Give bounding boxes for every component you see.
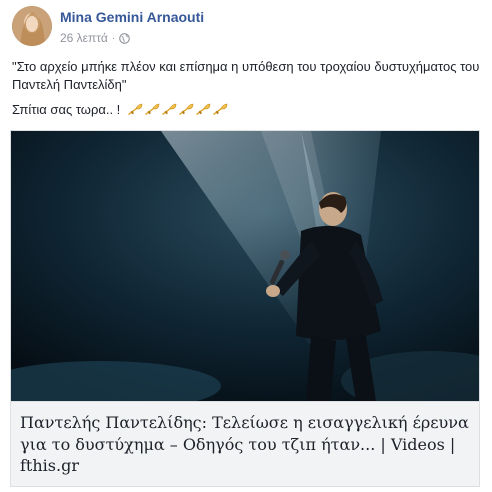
post-timestamp[interactable]: 26 λεπτά [60,31,108,45]
post-line-2-text: Σπίτια σας τωρα.. ! [12,102,121,117]
trumpet-icon [178,103,194,117]
emoji-row [126,103,228,117]
link-domain: fthis.gr [20,456,79,475]
link-preview-card[interactable]: Παντελής Παντελίδης: Τελείωσε η εισαγγελ… [10,130,480,487]
meta-separator: · [111,32,116,44]
link-preview-image[interactable] [11,131,479,401]
link-preview-caption: Παντελής Παντελίδης: Τελείωσε η εισαγγελ… [11,401,479,486]
author-name-link[interactable]: Mina Gemini Arnaouti [60,9,204,25]
trumpet-icon [144,103,160,117]
trumpet-icon [127,103,143,117]
trumpet-icon [212,103,228,117]
post-quote-text: "Στο αρχείο μπήκε πλέον και επίσημα η υπ… [12,59,480,92]
trumpet-icon [195,103,211,117]
globe-icon[interactable] [119,32,130,44]
post-meta: 26 λεπτά · [60,31,130,45]
link-title[interactable]: Παντελής Παντελίδης: Τελείωσε η εισαγγελ… [20,412,470,456]
author-avatar[interactable] [12,6,52,46]
post-line-2: Σπίτια σας τωρα.. ! [12,101,228,119]
trumpet-icon [161,103,177,117]
